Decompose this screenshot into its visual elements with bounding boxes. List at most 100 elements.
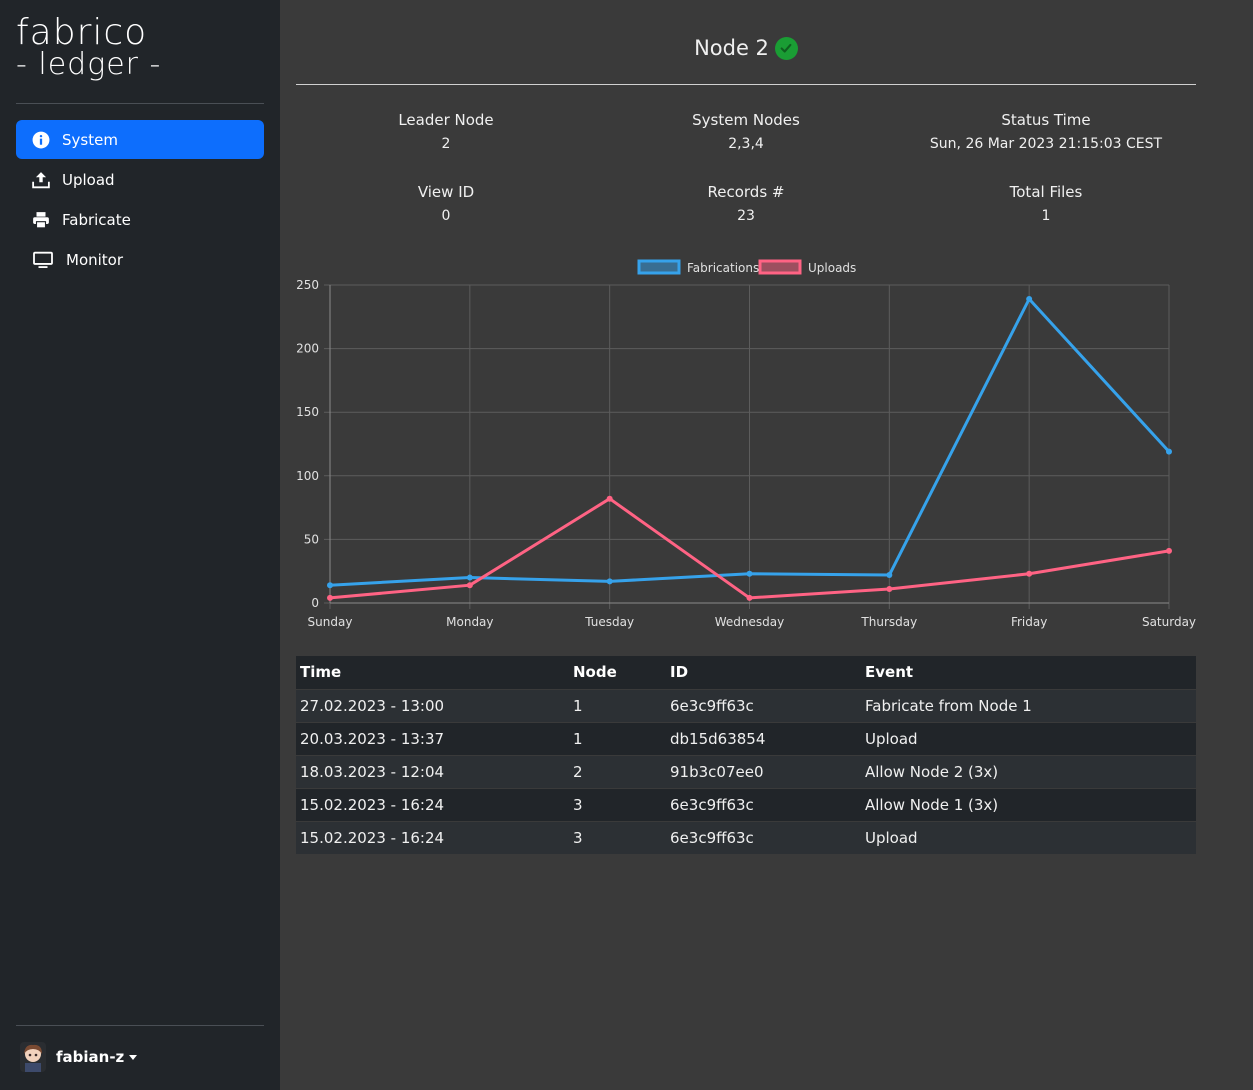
sidebar-item-label: Upload — [62, 170, 115, 189]
sidebar-divider — [16, 103, 264, 104]
cell-event: Upload — [861, 820, 1196, 854]
cell-node: 3 — [569, 787, 666, 821]
stat-value: 2,3,4 — [728, 136, 764, 152]
cell-event: Allow Node 2 (3x) — [861, 754, 1196, 788]
page-header: Node 2 — [296, 36, 1196, 60]
header-divider — [296, 84, 1196, 85]
sidebar-item-label: System — [62, 130, 118, 149]
cell-time: 20.03.2023 - 13:37 — [296, 721, 569, 755]
chevron-down-icon — [129, 1054, 138, 1060]
x-tick-label: Saturday — [1142, 615, 1196, 629]
data-point — [746, 570, 753, 577]
stat-label: Records # — [707, 183, 785, 201]
stat-system-nodes: System Nodes 2,3,4 — [596, 110, 896, 154]
data-point — [466, 582, 473, 589]
sidebar-nav: System Upload Fabricate Monitor — [16, 120, 264, 280]
events-table: Time Node ID Event 27.02.2023 - 13:00 1 … — [296, 656, 1196, 854]
brand-logo[interactable]: fabrico - ledger - — [16, 12, 176, 82]
sidebar-item-label: Fabricate — [62, 210, 131, 229]
x-tick-label: Wednesday — [715, 615, 784, 629]
x-tick-label: Sunday — [308, 615, 353, 629]
avatar — [20, 1042, 46, 1072]
sidebar-item-monitor[interactable]: Monitor — [16, 240, 264, 279]
data-point — [606, 495, 613, 502]
sidebar: fabrico - ledger - System Upload Fabrica… — [0, 0, 280, 1090]
legend-label: Fabrications — [687, 261, 759, 275]
sidebar-item-label: Monitor — [66, 250, 124, 269]
stat-value: 0 — [441, 208, 451, 224]
data-point — [606, 578, 613, 585]
stat-label: System Nodes — [692, 111, 800, 129]
data-point — [1166, 448, 1172, 455]
table-header-row: Time Node ID Event — [296, 656, 1196, 689]
y-tick-label: 100 — [296, 469, 319, 483]
cell-time: 27.02.2023 - 13:00 — [296, 688, 569, 722]
stat-value: 1 — [1041, 208, 1051, 224]
y-tick-label: 200 — [296, 342, 319, 356]
stat-status-time: Status Time Sun, 26 Mar 2023 21:15:03 CE… — [896, 110, 1196, 154]
info-circle-icon — [32, 131, 50, 149]
sidebar-item-system[interactable]: System — [16, 120, 264, 159]
legend-label: Uploads — [808, 261, 856, 275]
table-row: 18.03.2023 - 12:04 2 91b3c07ee0 Allow No… — [296, 754, 1196, 788]
cell-time: 15.02.2023 - 16:24 — [296, 787, 569, 821]
sidebar-item-fabricate[interactable]: Fabricate — [16, 200, 264, 239]
data-point — [466, 574, 473, 581]
cell-event: Allow Node 1 (3x) — [861, 787, 1196, 821]
table-row: 15.02.2023 - 16:24 3 6e3c9ff63c Upload — [296, 820, 1196, 854]
stat-value: 23 — [737, 208, 755, 224]
table-row: 27.02.2023 - 13:00 1 6e3c9ff63c Fabricat… — [296, 688, 1196, 722]
user-menu[interactable]: fabian-z — [20, 1042, 138, 1072]
cell-id: 6e3c9ff63c — [666, 688, 861, 722]
sidebar-divider — [16, 1025, 264, 1026]
stat-label: View ID — [417, 183, 475, 201]
column-header-node: Node — [569, 656, 666, 689]
stat-label: Total Files — [1009, 183, 1083, 201]
data-point — [1166, 547, 1172, 554]
legend-swatch — [758, 259, 802, 275]
brand-subtitle: - ledger - — [16, 47, 162, 82]
printer-icon — [32, 211, 50, 229]
stat-value: 2 — [441, 136, 451, 152]
x-tick-label: Friday — [1011, 615, 1047, 629]
y-tick-label: 0 — [311, 596, 319, 610]
data-point — [1026, 295, 1033, 302]
cell-node: 1 — [569, 688, 666, 722]
cell-node: 3 — [569, 820, 666, 854]
stat-label: Status Time — [1001, 111, 1091, 129]
cell-id: db15d63854 — [666, 721, 861, 755]
cell-time: 15.02.2023 - 16:24 — [296, 820, 569, 854]
legend-swatch — [637, 259, 681, 275]
column-header-event: Event — [861, 656, 1196, 689]
activity-line-chart: 0 50 100 150 200 250 Sunday Monday Tuesday Wednes… — [296, 259, 1196, 629]
sidebar-item-upload[interactable]: Upload — [16, 160, 264, 199]
cell-node: 1 — [569, 721, 666, 755]
x-tick-label: Tuesday — [584, 615, 634, 629]
cell-id: 91b3c07ee0 — [666, 754, 861, 788]
column-header-id: ID — [666, 656, 861, 689]
stat-value: Sun, 26 Mar 2023 21:15:03 CEST — [929, 136, 1163, 152]
stat-records: Records # 23 — [596, 182, 896, 226]
stat-leader-node: Leader Node 2 — [296, 110, 596, 154]
data-point — [886, 586, 893, 593]
page-title: Node 2 — [694, 36, 769, 60]
data-point — [327, 582, 333, 589]
user-name: fabian-z — [56, 1048, 125, 1066]
monitor-icon — [32, 251, 54, 269]
stat-total-files: Total Files 1 — [896, 182, 1196, 226]
x-tick-label: Monday — [446, 615, 493, 629]
x-tick-label: Thursday — [860, 615, 917, 629]
check-circle-icon — [774, 36, 798, 60]
cell-id: 6e3c9ff63c — [666, 787, 861, 821]
column-header-time: Time — [296, 656, 569, 689]
data-point — [746, 594, 753, 601]
cell-node: 2 — [569, 754, 666, 788]
table-row: 15.02.2023 - 16:24 3 6e3c9ff63c Allow No… — [296, 787, 1196, 821]
cell-event: Fabricate from Node 1 — [861, 688, 1196, 722]
y-tick-label: 150 — [296, 405, 319, 419]
y-tick-label: 50 — [304, 532, 319, 546]
stat-label: Leader Node — [398, 111, 494, 129]
cell-id: 6e3c9ff63c — [666, 820, 861, 854]
stat-view-id: View ID 0 — [296, 182, 596, 226]
cell-event: Upload — [861, 721, 1196, 755]
